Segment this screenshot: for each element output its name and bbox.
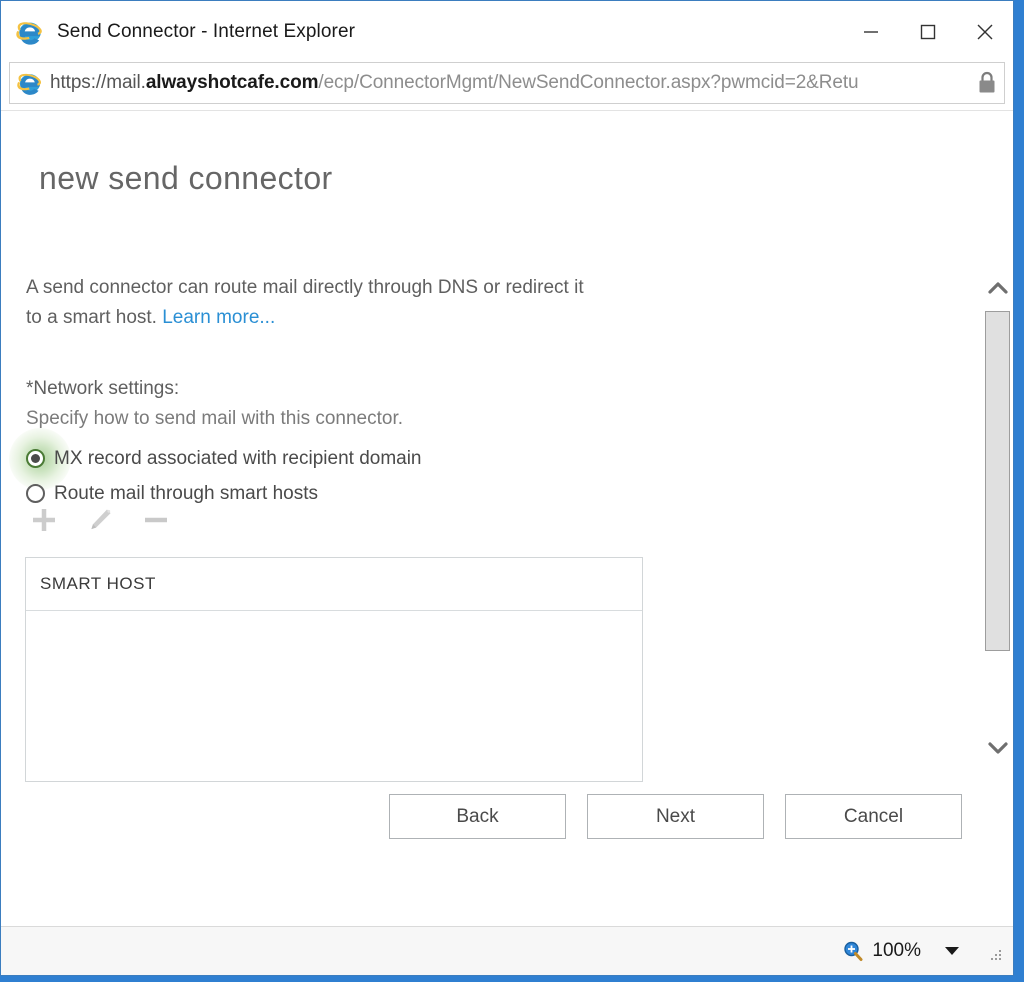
page-title: new send connector bbox=[39, 160, 333, 196]
scrollbar-thumb[interactable] bbox=[985, 311, 1010, 651]
smart-host-table-body[interactable] bbox=[26, 611, 642, 781]
column-header-smart-host: SMART HOST bbox=[40, 574, 156, 593]
maximize-button[interactable] bbox=[899, 1, 956, 62]
close-button[interactable] bbox=[956, 1, 1013, 62]
cancel-button[interactable]: Cancel bbox=[785, 794, 962, 839]
radio-label-mx-record: MX record associated with recipient doma… bbox=[54, 447, 422, 469]
window-title: Send Connector - Internet Explorer bbox=[57, 20, 356, 42]
minimize-button[interactable] bbox=[842, 1, 899, 62]
network-settings-description: Specify how to send mail with this conne… bbox=[26, 408, 404, 429]
ecp-wizard-page: new send connector A send connector can … bbox=[1, 111, 982, 926]
add-icon[interactable] bbox=[27, 503, 61, 537]
scrollbar-track[interactable] bbox=[985, 311, 1010, 651]
lock-icon[interactable] bbox=[976, 70, 998, 96]
wizard-button-row: Back Next Cancel bbox=[389, 794, 962, 839]
internet-explorer-icon bbox=[15, 17, 45, 47]
address-bar-url[interactable]: https://mail.alwayshotcafe.com/ecp/Conne… bbox=[50, 72, 970, 94]
url-domain: alwayshotcafe.com bbox=[145, 72, 319, 93]
address-bar-favicon-icon bbox=[16, 69, 44, 97]
titlebar-left: Send Connector - Internet Explorer bbox=[1, 17, 355, 47]
zoom-level-label: 100% bbox=[872, 940, 921, 961]
url-scheme: https://mail. bbox=[50, 72, 146, 93]
url-path: /ecp/ConnectorMgmt/NewSendConnector.aspx… bbox=[318, 72, 859, 93]
radio-button-icon[interactable] bbox=[26, 449, 45, 468]
edit-pencil-icon[interactable] bbox=[83, 503, 117, 537]
next-button[interactable]: Next bbox=[587, 794, 764, 839]
status-bar: 100% bbox=[1, 926, 1013, 975]
zoom-control[interactable]: 100% bbox=[842, 940, 985, 962]
address-bar[interactable]: https://mail.alwayshotcafe.com/ecp/Conne… bbox=[9, 62, 1005, 104]
zoom-magnifier-icon bbox=[842, 940, 864, 962]
window-controls bbox=[842, 1, 1013, 62]
radio-option-mx-record[interactable]: MX record associated with recipient doma… bbox=[9, 428, 422, 490]
scroll-down-icon[interactable] bbox=[982, 731, 1013, 765]
smart-host-table: SMART HOST bbox=[25, 557, 643, 782]
learn-more-link[interactable]: Learn more... bbox=[162, 307, 275, 328]
intro-paragraph: A send connector can route mail directly… bbox=[26, 273, 586, 333]
intro-text: A send connector can route mail directly… bbox=[26, 277, 584, 328]
chevron-down-icon[interactable] bbox=[943, 942, 961, 960]
remove-icon[interactable] bbox=[139, 503, 173, 537]
internet-explorer-window: Send Connector - Internet Explorer https… bbox=[0, 0, 1014, 976]
vertical-scrollbar[interactable] bbox=[981, 111, 1013, 926]
browser-viewport: new send connector A send connector can … bbox=[1, 110, 1013, 926]
network-settings-label: *Network settings: bbox=[26, 378, 180, 399]
back-button[interactable]: Back bbox=[389, 794, 566, 839]
radio-button-icon[interactable] bbox=[26, 484, 45, 503]
resize-grip-icon[interactable] bbox=[989, 948, 1005, 964]
scroll-up-icon[interactable] bbox=[982, 271, 1013, 305]
window-titlebar[interactable]: Send Connector - Internet Explorer bbox=[1, 1, 1013, 62]
smart-host-table-header: SMART HOST bbox=[26, 558, 642, 611]
address-bar-container: https://mail.alwayshotcafe.com/ecp/Conne… bbox=[1, 62, 1013, 110]
radio-label-smart-hosts: Route mail through smart hosts bbox=[54, 482, 319, 504]
network-settings-radio-group: MX record associated with recipient doma… bbox=[9, 428, 422, 511]
smart-host-toolbar bbox=[27, 503, 173, 537]
